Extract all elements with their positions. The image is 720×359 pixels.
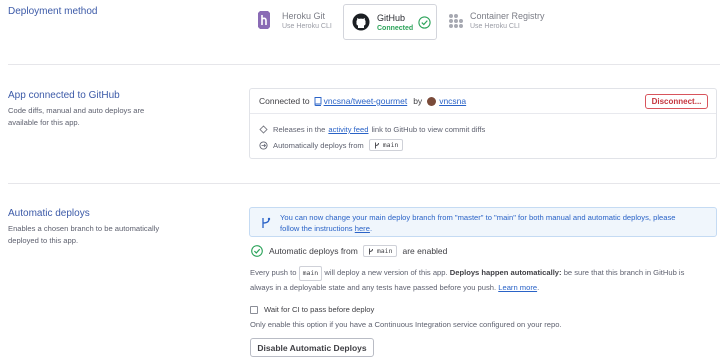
check-circle-icon — [418, 15, 431, 29]
method-sub: Use Heroku CLI — [470, 23, 520, 30]
learn-more-link[interactable]: Learn more — [498, 283, 537, 292]
every-push-bold: Deploys happen automatically: — [449, 268, 562, 277]
method-name: GitHub — [377, 12, 406, 23]
branch-code: main — [298, 266, 323, 281]
github-icon — [352, 13, 370, 31]
method-github[interactable]: GitHub Connected — [343, 4, 437, 40]
heroku-icon — [258, 11, 270, 29]
releases-icon — [259, 125, 268, 134]
notice-line2-prefix: follow the instructions — [280, 224, 353, 233]
check-circle-icon — [251, 245, 263, 257]
every-push-3: be sure that this branch in GitHub is — [563, 268, 685, 277]
sync-icon — [259, 140, 268, 150]
disconnect-button[interactable]: Disconnect... — [645, 94, 708, 109]
every-push-2: will deploy a new version of this app. — [324, 268, 448, 277]
section-title-deployment-method: Deployment method — [8, 6, 98, 17]
learn-more-suffix: . — [537, 283, 540, 292]
activity-feed-link[interactable]: activity feed — [328, 125, 368, 134]
disable-automatic-deploys-button[interactable]: Disable Automatic Deploys — [250, 338, 374, 357]
auto-deploys-from-label: Automatically deploys from — [273, 140, 364, 150]
ci-note: Only enable this option if you have a Co… — [250, 320, 562, 329]
enabled-prefix: Automatic deploys from — [269, 246, 358, 256]
connected-to-label: Connected to — [259, 96, 310, 106]
notice-text: You can now change your main deploy bran… — [280, 212, 675, 234]
repo-icon — [314, 96, 322, 106]
branch-badge: main — [368, 139, 404, 151]
branch-name: main — [376, 247, 393, 255]
notice-line2: follow the instructions here. — [280, 223, 675, 234]
branch-icon — [368, 248, 373, 254]
by-label: by — [413, 96, 423, 106]
branch-badge: main — [362, 245, 398, 257]
section-title-automatic-deploys: Automatic deploys — [8, 208, 90, 219]
branch-notice: You can now change your main deploy bran… — [249, 207, 717, 237]
branch-icon — [262, 217, 271, 228]
method-name: Heroku Git — [282, 10, 326, 21]
notice-line1: You can now change your main deploy bran… — [280, 213, 676, 222]
enabled-suffix: are enabled — [402, 246, 448, 256]
wait-ci-label: Wait for CI to pass before deploy — [264, 305, 375, 314]
user-link[interactable]: vncsna — [439, 96, 466, 106]
container-icon — [449, 13, 463, 28]
method-container-registry[interactable]: Container Registry Use Heroku CLI — [448, 11, 545, 30]
every-push-text: Every push to main will deploy a new ver… — [250, 266, 684, 294]
notice-line2-suffix: . — [369, 224, 373, 233]
section-title-app-connected: App connected to GitHub — [8, 90, 120, 101]
every-push-line2: always in a deployable state and any tes… — [250, 283, 497, 292]
github-connection-card: Connected to vncsna/tweet-gourmet by vnc… — [249, 88, 717, 159]
repo-link[interactable]: vncsna/tweet-gourmet — [324, 96, 408, 106]
releases-suffix: link to GitHub to view commit diffs — [371, 125, 486, 134]
instructions-link[interactable]: here — [355, 224, 370, 233]
divider — [8, 64, 720, 65]
section-desc-automatic-deploys: Enables a chosen branch to be automatica… — [8, 224, 160, 245]
method-sub-connected: Connected — [377, 24, 414, 32]
method-heroku-git[interactable]: Heroku Git Use Heroku CLI — [257, 10, 332, 30]
branch-icon — [374, 142, 379, 148]
method-name: Container Registry — [470, 11, 545, 21]
releases-row: Releases in the activity feed link to Gi… — [259, 125, 485, 134]
every-push-1: Every push to — [250, 268, 297, 277]
method-sub: Use Heroku CLI — [282, 22, 332, 30]
auto-deploy-row: Automatically deploys from main — [259, 139, 404, 151]
avatar — [427, 96, 437, 106]
divider — [8, 183, 720, 184]
auto-deploy-status: Automatic deploys from main are enabled — [251, 245, 447, 257]
wait-ci-checkbox[interactable] — [250, 305, 258, 314]
releases-prefix: Releases in the — [273, 125, 326, 134]
section-desc-app-connected: Code diffs, manual and auto deploys are … — [8, 106, 145, 127]
wait-ci-row: Wait for CI to pass before deploy — [250, 305, 374, 314]
branch-name: main — [382, 141, 399, 149]
